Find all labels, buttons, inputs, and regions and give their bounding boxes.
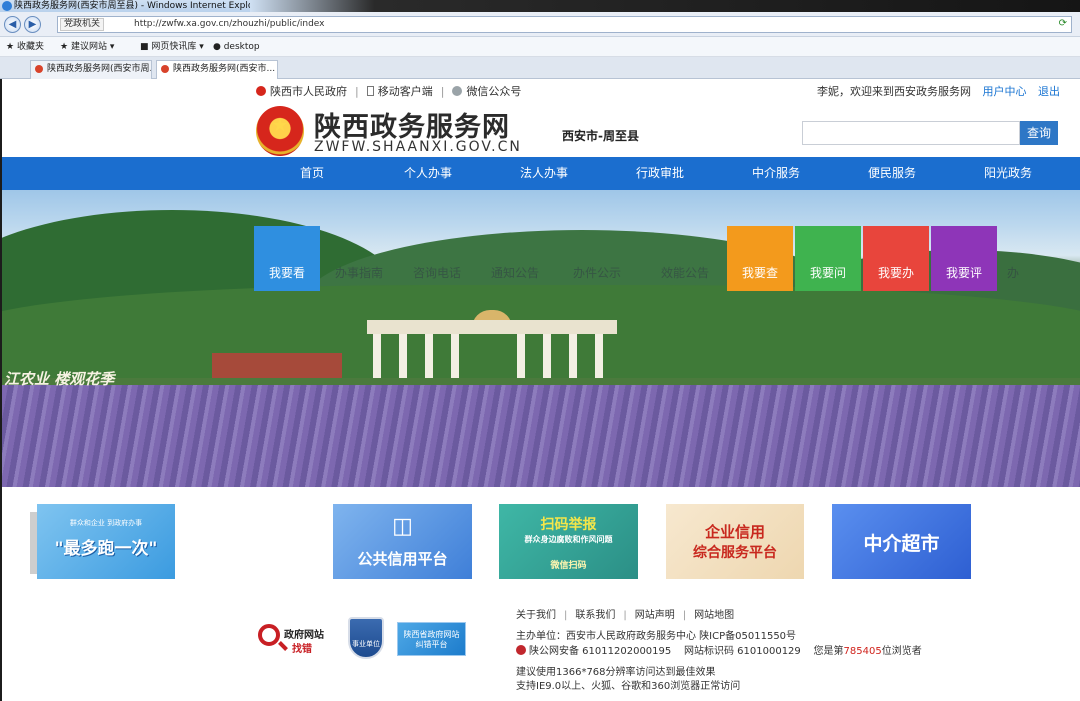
top-link-mobile[interactable]: 移动客户端 xyxy=(366,85,433,98)
gov-site-error-badge[interactable]: 政府网站 找错 xyxy=(258,620,330,656)
quick-tab-check[interactable]: 我要查 xyxy=(727,226,793,291)
card-agency-market[interactable]: 中介超市 xyxy=(832,504,971,579)
quick-tab-notice[interactable]: 通知公告 xyxy=(482,226,548,291)
pavilion-building xyxy=(367,310,617,380)
banner-sign-text: 江农业 楼观花季 xyxy=(4,370,115,388)
ie-logo-icon xyxy=(2,1,12,11)
card-credit-platform[interactable]: ◫ 公共信用平台 xyxy=(333,504,472,579)
tab-bar: 陕西政务服务网(西安市周... 陕西政务服务网(西安市...× xyxy=(0,57,1080,79)
visitor-count: 785405 xyxy=(843,646,882,657)
top-link-wechat[interactable]: 微信公众号 xyxy=(452,85,521,98)
url-text[interactable]: http://zwfw.xa.gov.cn/zhouzhi/public/ind… xyxy=(134,17,325,32)
favorites-bar: ★ 收藏夹 ★ 建议网站 ▾ ■ 网页快讯库 ▾ ● desktop xyxy=(0,37,1080,57)
tab-2[interactable]: 陕西政务服务网(西安市...× xyxy=(156,60,278,79)
quick-tab-case-public[interactable]: 办件公示 xyxy=(564,226,630,291)
search-button[interactable]: 查询 xyxy=(1020,121,1058,145)
footer-links: 关于我们 | 联系我们 | 网站声明 | 网站地图 xyxy=(516,610,735,621)
welcome-text: 李妮，欢迎来到西安政务服务网 xyxy=(817,85,971,98)
back-icon[interactable]: ◀ xyxy=(4,16,21,33)
search-input[interactable] xyxy=(802,121,1020,145)
hero-banner: 江农业 楼观花季 我要看 办事指南 咨询电话 通知公告 办件公示 效能公告 我要… xyxy=(2,190,1080,487)
favorites-button[interactable]: ★ 收藏夹 xyxy=(6,40,44,54)
quick-tab-cut[interactable]: 办 xyxy=(998,226,1028,291)
url-field[interactable]: 党政机关 http://zwfw.xa.gov.cn/zhouzhi/publi… xyxy=(57,16,1072,33)
site-logo-domain[interactable]: ZWFW.SHAANXI.GOV.CN xyxy=(314,139,522,155)
nav-item-home[interactable]: 首页 xyxy=(254,157,370,190)
top-links: 陕西市人民政府 | 移动客户端 | 微信公众号 xyxy=(256,84,521,100)
top-link-gov[interactable]: 陕西市人民政府 xyxy=(256,85,347,98)
lavender-field xyxy=(2,385,1080,487)
quick-tab-hotline[interactable]: 咨询电话 xyxy=(404,226,470,291)
footer-sponsor: 主办单位：西安市人民政府政务服务中心 陕ICP备05011550号 xyxy=(516,631,797,642)
nav-item-corporate[interactable]: 法人办事 xyxy=(486,157,602,190)
nav-item-public-service[interactable]: 便民服务 xyxy=(834,157,950,190)
nav-item-open-gov[interactable]: 阳光政务 xyxy=(950,157,1066,190)
logout-link[interactable]: 退出 xyxy=(1038,85,1060,98)
window-titlebar: 陕西政务服务网(西安市周至县) - Windows Internet Explo… xyxy=(0,0,1080,12)
card-report-corruption[interactable]: 扫码举报 群众身边腐败和作风问题 微信扫码 xyxy=(499,504,638,579)
favorites-item-suggested[interactable]: ★ 建议网站 ▾ xyxy=(60,40,114,54)
red-house xyxy=(212,353,342,379)
quick-tab-ask[interactable]: 我要问 xyxy=(795,226,861,291)
nav-item-personal[interactable]: 个人办事 xyxy=(370,157,486,190)
footer-link-contact[interactable]: 联系我们 xyxy=(575,610,615,621)
footer-record: 陕公网安备 61011202000195 网站标识码 6101000129 您是… xyxy=(516,645,922,659)
shaanxi-correction-badge[interactable]: 陕西省政府网站 纠错平台 xyxy=(397,622,466,656)
favorites-item-desktop[interactable]: ● desktop xyxy=(213,40,260,54)
quick-tab-do[interactable]: 我要办 xyxy=(863,226,929,291)
footer-link-about[interactable]: 关于我们 xyxy=(516,610,556,621)
quick-tab-efficiency[interactable]: 效能公告 xyxy=(652,226,718,291)
national-emblem-icon[interactable] xyxy=(256,106,304,156)
quick-tab-look[interactable]: 我要看 xyxy=(254,226,320,291)
quick-tab-guide[interactable]: 办事指南 xyxy=(326,226,392,291)
main-nav: 首页 个人办事 法人办事 行政审批 中介服务 便民服务 阳光政务 xyxy=(2,157,1080,190)
window-title: 陕西政务服务网(西安市周至县) - Windows Internet Explo… xyxy=(14,1,267,11)
footer-tip-resolution: 建议使用1366*768分辨率访问达到最佳效果 xyxy=(516,667,716,678)
security-zone-badge[interactable]: 党政机关 xyxy=(60,18,105,31)
magnifier-icon xyxy=(258,624,280,646)
region-label[interactable]: 西安市-周至县 xyxy=(562,127,639,144)
user-info: 李妮，欢迎来到西安政务服务网 用户中心 退出 xyxy=(817,84,1060,100)
public-institution-badge[interactable]: 事业单位 xyxy=(348,617,384,659)
card-run-once[interactable]: 群众和企业 到政府办事 "最多跑一次" xyxy=(37,504,175,579)
nav-item-approval[interactable]: 行政审批 xyxy=(602,157,718,190)
police-badge-icon xyxy=(516,645,526,655)
footer-link-statement[interactable]: 网站声明 xyxy=(635,610,675,621)
favorites-item-webslice[interactable]: ■ 网页快讯库 ▾ xyxy=(140,40,204,54)
titlebar-dark-area xyxy=(250,0,1080,12)
quick-tab-rate[interactable]: 我要评 xyxy=(931,226,997,291)
tab-1[interactable]: 陕西政务服务网(西安市周... xyxy=(30,60,152,79)
mobile-icon xyxy=(366,86,374,96)
credit-shield-icon: ◫ xyxy=(392,514,413,539)
footer-tip-browser: 支持IE9.0以上、火狐、谷歌和360浏览器正常访问 xyxy=(516,681,741,692)
emblem-small-icon xyxy=(256,86,266,96)
forward-icon[interactable]: ▶ xyxy=(24,16,41,33)
nav-item-agency[interactable]: 中介服务 xyxy=(718,157,834,190)
wechat-icon xyxy=(452,86,463,96)
user-center-link[interactable]: 用户中心 xyxy=(983,85,1027,98)
address-bar: ◀ ▶ 党政机关 http://zwfw.xa.gov.cn/zhouzhi/p… xyxy=(0,12,1080,37)
refresh-icon[interactable]: ⟳ xyxy=(1059,18,1067,29)
card-enterprise-credit[interactable]: 企业信用 综合服务平台 xyxy=(666,504,804,579)
footer-link-sitemap[interactable]: 网站地图 xyxy=(694,610,734,621)
